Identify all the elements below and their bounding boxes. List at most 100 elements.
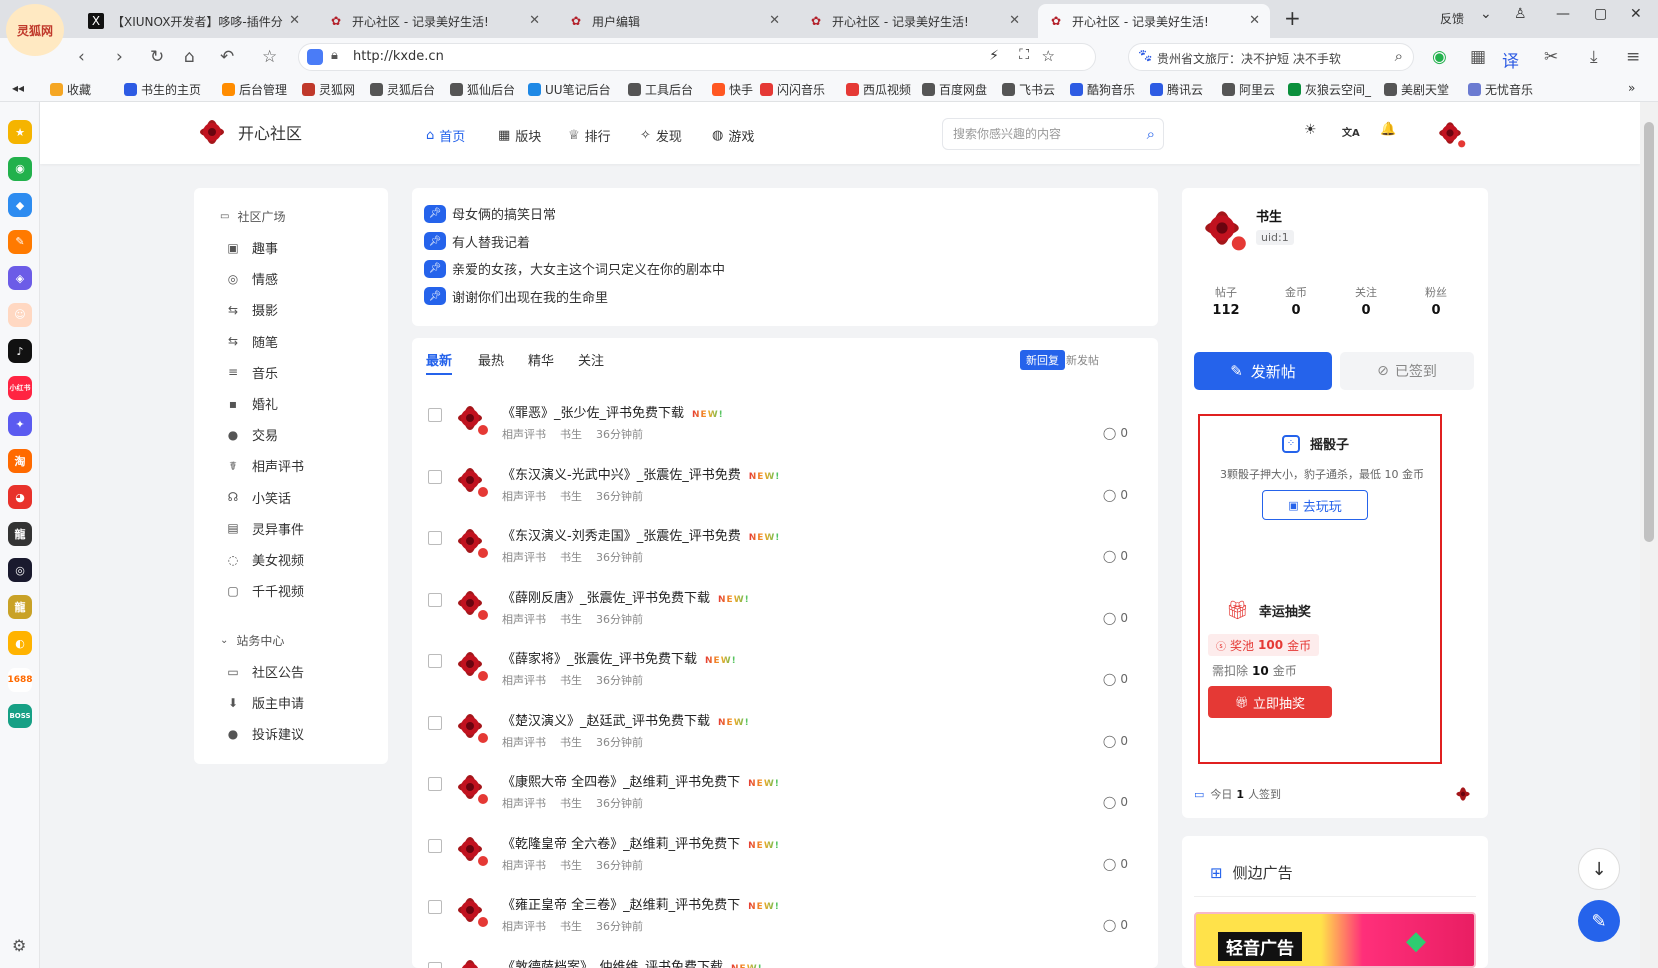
post-row[interactable]: 《东汉演义-光武中兴》_张震佐_评书免费 NEW! 相声评书 书生 36分钟前 ◯ 0	[412, 454, 1158, 516]
settings-icon[interactable]: ⚙	[12, 936, 26, 955]
post-row[interactable]: 《薛家将》_张震佐_评书免费下载 NEW! 相声评书 书生 36分钟前 ◯ 0	[412, 638, 1158, 700]
side-app-icon[interactable]: ✦	[8, 412, 32, 436]
author-avatar[interactable]	[450, 706, 490, 746]
post-checkbox[interactable]	[428, 592, 442, 607]
post-category[interactable]: 相声评书	[502, 551, 546, 564]
author-avatar[interactable]	[450, 767, 490, 807]
language-icon[interactable]: 文A	[1342, 124, 1360, 139]
side-app-icon[interactable]: ◎	[8, 558, 32, 582]
post-title[interactable]: 《康熙大帝 全四卷》_赵维莉_评书免费下 NEW!	[502, 771, 780, 790]
bell-icon[interactable]: 🔔	[1380, 122, 1396, 137]
bookmark-item[interactable]: 后台管理	[222, 81, 287, 98]
post-comments[interactable]: ◯ 0	[1103, 918, 1128, 932]
post-category[interactable]: 相声评书	[502, 428, 546, 441]
post-row[interactable]: 《康熙大帝 全四卷》_赵维莉_评书免费下 NEW! 相声评书 书生 36分钟前 ◯ 0	[412, 761, 1158, 823]
bookmark-item[interactable]: 灰狼云空间_	[1288, 81, 1371, 98]
nav-item[interactable]: ◎ 情感	[226, 269, 278, 289]
post-title[interactable]: 《敦德萨档案》_仲维维_评书免费下载 NEW!	[502, 956, 763, 968]
author-avatar[interactable]	[450, 829, 490, 869]
post-title[interactable]: 《雍正皇帝 全三卷》_赵维莉_评书免费下 NEW!	[502, 894, 780, 913]
translate-icon[interactable]: 译	[1502, 47, 1519, 72]
bookmark-item[interactable]: 阿里云	[1222, 81, 1275, 98]
section-community[interactable]: ▭ 社区广场	[220, 208, 285, 225]
bookmarks-more-button[interactable]: »	[1628, 81, 1635, 95]
nav-home[interactable]: ⌂ 首页	[426, 126, 465, 145]
post-author[interactable]: 书生	[560, 859, 582, 872]
nav-boards[interactable]: ▦ 版块	[498, 126, 541, 145]
bookmark-star-icon[interactable]: ☆	[1042, 47, 1055, 65]
tab-kxde-active[interactable]: ✿ 开心社区 - 记录美好生活! ✕	[1038, 4, 1270, 38]
tab-kxde-2[interactable]: ✿ 开心社区 - 记录美好生活! ✕	[798, 4, 1030, 38]
scroll-down-button[interactable]: ↓	[1578, 848, 1620, 890]
ad-banner[interactable]: 轻音广告 ◆	[1194, 912, 1476, 968]
close-icon[interactable]: ✕	[1249, 13, 1260, 28]
post-row[interactable]: 《东汉演义-刘秀走国》_张震佐_评书免费 NEW! 相声评书 书生 36分钟前 ◯ 0	[412, 515, 1158, 577]
post-category[interactable]: 相声评书	[502, 797, 546, 810]
post-comments[interactable]: ◯ 0	[1103, 549, 1128, 563]
page-scrollbar[interactable]	[1640, 102, 1658, 968]
new-tab-button[interactable]: +	[1284, 6, 1301, 30]
bookmark-item[interactable]: 收藏	[50, 81, 91, 98]
feedback-button[interactable]: 反馈	[1440, 10, 1464, 27]
bookmark-item[interactable]: 酷狗音乐	[1070, 81, 1135, 98]
nav-games[interactable]: ◍ 游戏	[712, 126, 754, 145]
side-app-icon[interactable]: ★	[8, 120, 32, 144]
signin-user-avatar[interactable]	[1452, 784, 1474, 804]
author-avatar[interactable]	[450, 521, 490, 561]
post-author[interactable]: 书生	[560, 490, 582, 503]
user-avatar[interactable]	[1432, 116, 1468, 150]
search-icon[interactable]: ⌕	[1395, 47, 1403, 65]
maximize-icon[interactable]: ▢	[1594, 6, 1607, 22]
side-app-icon[interactable]: 龍	[8, 521, 32, 546]
bookmark-item[interactable]: 腾讯云	[1150, 81, 1203, 98]
nav-item[interactable]: ▢ 千千视频	[226, 581, 304, 601]
post-title[interactable]: 《薛刚反唐》_张震佐_评书免费下载 NEW!	[502, 587, 750, 606]
post-comments[interactable]: ◯ 0	[1103, 795, 1128, 809]
post-title[interactable]: 《楚汉演义》_赵廷武_评书免费下载 NEW!	[502, 710, 750, 729]
nav-item[interactable]: ▤ 灵异事件	[226, 519, 304, 538]
bookmark-item[interactable]: 灵狐后台	[370, 81, 435, 98]
post-checkbox[interactable]	[428, 408, 442, 422]
sort-new-reply[interactable]: 新回复	[1020, 350, 1065, 370]
reload-icon[interactable]: ↻	[150, 47, 164, 67]
post-checkbox[interactable]	[428, 531, 442, 545]
window-close-icon[interactable]: ✕	[1630, 6, 1642, 22]
post-title[interactable]: 《薛家将》_张震佐_评书免费下载 NEW!	[502, 648, 737, 667]
post-author[interactable]: 书生	[560, 551, 582, 564]
nav-item[interactable]: ▪ 婚礼	[226, 394, 278, 414]
side-app-icon[interactable]: ✎	[8, 229, 32, 254]
nav-item[interactable]: ≡ 音乐	[226, 363, 278, 382]
post-comments[interactable]: ◯ 0	[1103, 857, 1128, 871]
browser-search-box[interactable]: 🐾︎ 贵州省文旅厅：决不护短 决不手软 ⌕	[1128, 43, 1414, 71]
post-comments[interactable]: ◯ 0	[1103, 734, 1128, 748]
post-row[interactable]: 《薛刚反唐》_张震佐_评书免费下载 NEW! 相声评书 书生 36分钟前 ◯ 0	[412, 577, 1158, 639]
post-author[interactable]: 书生	[560, 428, 582, 441]
side-app-icon[interactable]: ♪	[8, 339, 32, 363]
compose-float-button[interactable]: ✎	[1578, 900, 1620, 942]
menu-icon[interactable]: ≡	[1626, 47, 1640, 67]
home-icon[interactable]: ⌂	[184, 47, 195, 67]
author-avatar[interactable]	[450, 460, 490, 500]
post-category[interactable]: 相声评书	[502, 859, 546, 872]
post-checkbox[interactable]	[428, 715, 442, 730]
post-checkbox[interactable]	[428, 469, 442, 484]
bookmark-item[interactable]: 西瓜视频	[846, 81, 911, 98]
post-title[interactable]: 《罪恶》_张少佐_评书免费下载 NEW!	[502, 402, 724, 421]
post-title[interactable]: 《东汉演义-光武中兴》_张震佐_评书免费 NEW!	[502, 464, 780, 483]
nav-item[interactable]: ▭ 社区公告	[226, 662, 304, 682]
section-station[interactable]: ⌄ 站务中心	[220, 632, 284, 649]
side-app-icon[interactable]: ◈	[8, 266, 32, 290]
dice-play-button[interactable]: ▣ 去玩玩	[1262, 490, 1368, 520]
bolt-icon[interactable]: ⚡	[989, 48, 999, 64]
tab-user-edit[interactable]: ✿ 用户编辑 ✕	[558, 4, 790, 38]
bookmark-item[interactable]: 快手	[712, 81, 753, 98]
apps-grid-icon[interactable]: ▦	[1470, 47, 1486, 67]
post-author[interactable]: 书生	[560, 797, 582, 810]
bookmark-item[interactable]: 美剧天堂	[1384, 81, 1449, 98]
pinned-notice[interactable]: 📌︎ 谢谢你们出现在我的生命里	[424, 287, 608, 306]
nav-item[interactable]: ◌ 美女视频	[226, 550, 304, 570]
forward-icon[interactable]: ›	[116, 47, 123, 67]
tab-latest[interactable]: 最新	[426, 350, 453, 375]
post-comments[interactable]: ◯ 0	[1103, 611, 1128, 625]
wechat-ext-icon[interactable]: ◉	[1432, 47, 1447, 67]
